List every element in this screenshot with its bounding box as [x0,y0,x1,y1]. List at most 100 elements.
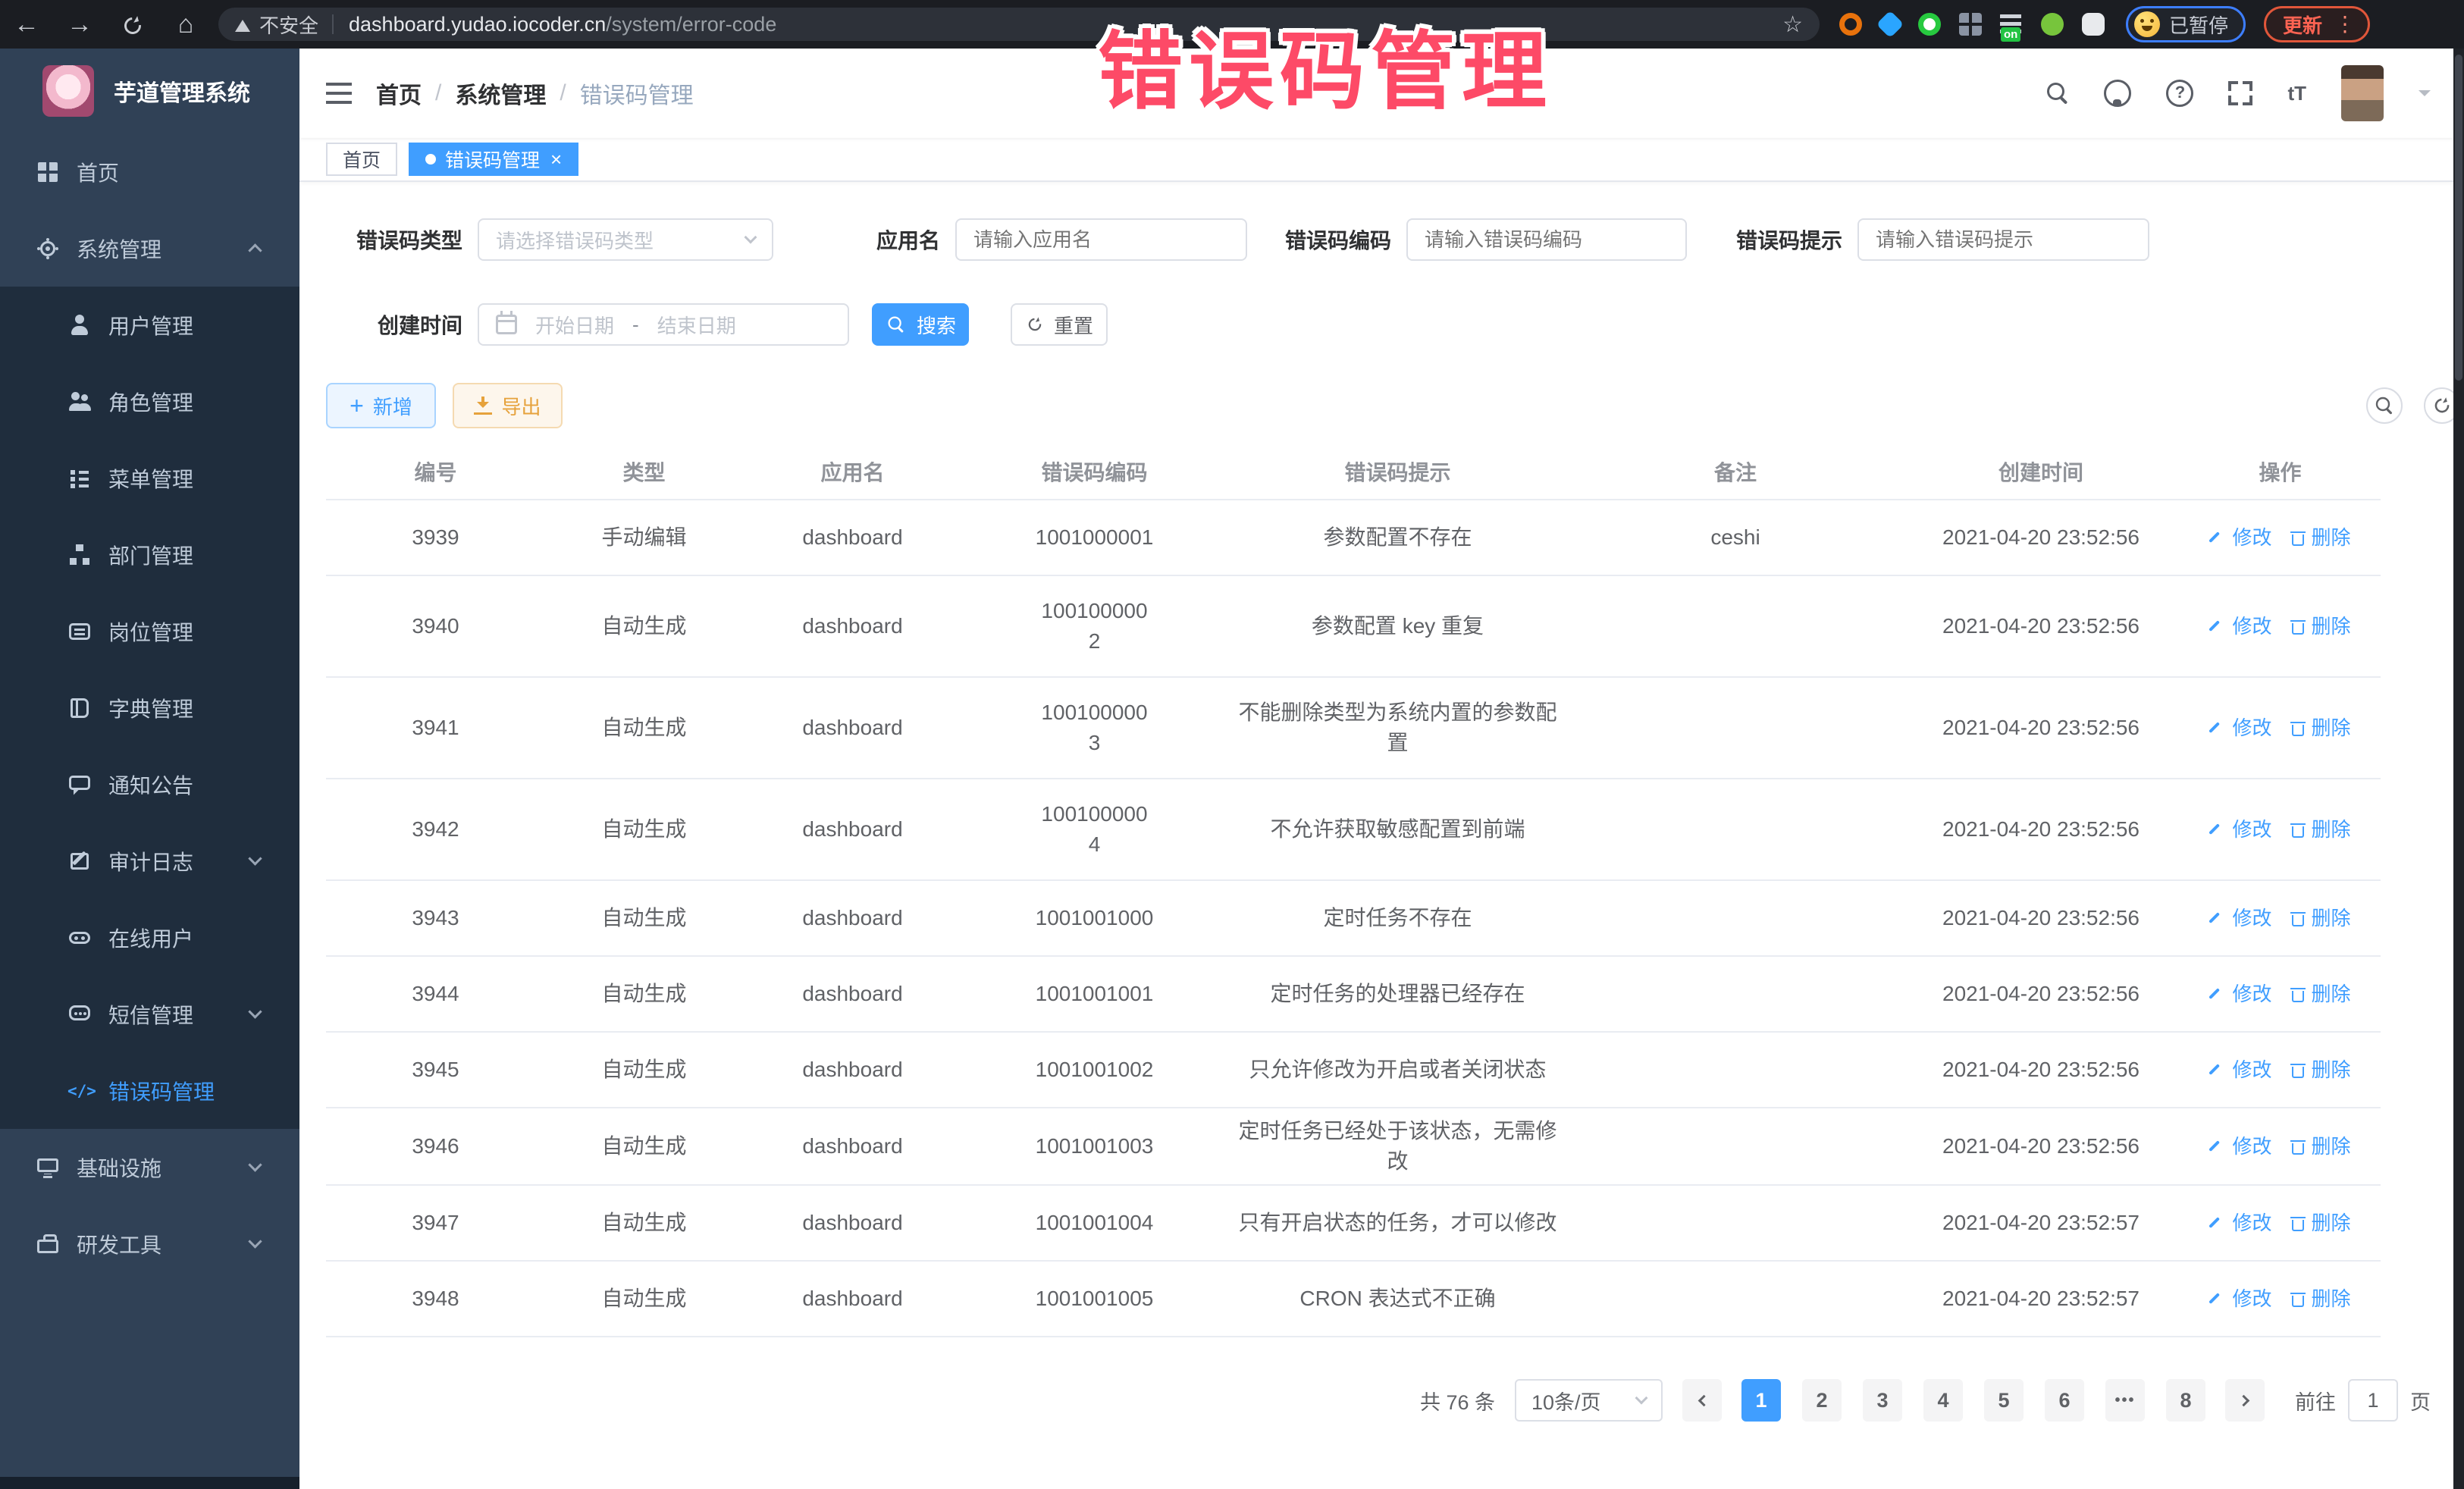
sidebar-item[interactable]: 字典管理 [0,669,299,746]
sidebar-item[interactable]: 在线用户 [0,899,299,976]
app-name-input[interactable] [955,218,1247,261]
table-row[interactable]: 3945自动生成dashboard1001001002只允许修改为开启或者关闭状… [326,1033,2381,1108]
avatar[interactable] [2341,65,2384,121]
sidebar-item[interactable]: </> 错误码管理 [0,1052,299,1129]
edit-link[interactable]: 修改 [2209,1131,2271,1161]
delete-link[interactable]: 删除 [2290,903,2351,933]
delete-link[interactable]: 删除 [2290,979,2351,1009]
delete-link[interactable]: 删除 [2290,1208,2351,1238]
table-row[interactable]: 3940自动生成dashboard100100000 2参数配置 key 重复2… [326,576,2381,678]
delete-link[interactable]: 删除 [2290,1131,2351,1161]
search-icon[interactable] [2046,82,2069,105]
fullscreen-icon[interactable] [2228,81,2252,105]
page-button-5[interactable]: 5 [1984,1379,2024,1422]
home-icon[interactable]: ⌂ [159,0,212,49]
edit-link[interactable]: 修改 [2209,1284,2271,1314]
ext-blue-gem[interactable] [1876,11,1904,39]
table-row[interactable]: 3943自动生成dashboard1001001000定时任务不存在2021-0… [326,881,2381,957]
avatar-caret-icon[interactable] [2419,90,2431,102]
table-row[interactable]: 3941自动生成dashboard100100000 3不能删除类型为系统内置的… [326,678,2381,779]
back-icon[interactable]: ← [0,0,53,49]
delete-link[interactable]: 删除 [2290,1055,2351,1085]
edit-link[interactable]: 修改 [2209,1208,2271,1238]
paused-extension-pill[interactable]: 已暂停 [2126,6,2246,42]
edit-link[interactable]: 修改 [2209,522,2271,553]
sidebar-item[interactable]: 研发工具 [0,1205,299,1282]
page-scrollbar[interactable] [2453,49,2464,1489]
table-row[interactable]: 3947自动生成dashboard1001001004只有开启状态的任务，才可以… [326,1186,2381,1262]
reload-icon[interactable] [106,0,159,49]
table-row[interactable]: 3946自动生成dashboard1001001003定时任务已经处于该状态，无… [326,1108,2381,1186]
goto-page-input[interactable] [2348,1379,2398,1422]
next-page-button[interactable] [2225,1379,2265,1422]
delete-link[interactable]: 删除 [2290,522,2351,553]
tab-home[interactable]: 首页 [326,143,397,176]
sidebar-item[interactable]: 首页 [0,133,299,210]
search-button[interactable]: 搜索 [872,303,969,346]
table-row[interactable]: 3939手动编辑dashboard1001000001参数配置不存在ceshi2… [326,500,2381,576]
ext-orange-ring[interactable] [1839,13,1862,36]
github-icon[interactable] [2104,80,2131,107]
edit-link[interactable]: 修改 [2209,1055,2271,1085]
edit-link[interactable]: 修改 [2209,611,2271,641]
sidebar-item[interactable]: 短信管理 [0,976,299,1052]
close-tab-icon[interactable]: × [550,149,562,169]
sidebar-item[interactable]: 通知公告 [0,746,299,823]
tab-error-code[interactable]: 错误码管理 × [409,143,578,176]
edit-link[interactable]: 修改 [2209,713,2271,743]
sidebar-item[interactable]: 系统管理 [0,210,299,287]
delete-link[interactable]: 删除 [2290,713,2351,743]
table-row[interactable]: 3944自动生成dashboard1001001001定时任务的处理器已经存在2… [326,957,2381,1033]
browser-update-button[interactable]: 更新 ⋮ [2264,6,2370,42]
page-button-2[interactable]: 2 [1802,1379,1842,1422]
url-text[interactable]: dashboard.yudao.iocoder.cn/system/error-… [349,13,1772,36]
not-secure-label[interactable]: 不安全 [259,11,318,39]
sidebar-item[interactable]: 菜单管理 [0,440,299,516]
sidebar-item[interactable]: 岗位管理 [0,593,299,669]
ext-grid[interactable] [1959,13,1982,36]
hamburger-icon[interactable] [326,83,352,104]
breadcrumb-item[interactable]: 系统管理 [455,77,546,110]
add-button[interactable]: + 新增 [326,383,436,428]
sidebar-logo-row[interactable]: 芋道管理系统 [0,49,299,133]
table-row[interactable]: 3948自动生成dashboard1001001005CRON 表达式不正确20… [326,1262,2381,1337]
help-icon[interactable] [2166,80,2193,107]
sidebar-item[interactable]: 审计日志 [0,823,299,899]
edit-link[interactable]: 修改 [2209,903,2271,933]
page-size-select[interactable]: 10条/页 [1515,1379,1663,1422]
ext-list[interactable]: on [2000,13,2023,36]
export-button[interactable]: 导出 [453,383,563,428]
toggle-search-button[interactable] [2366,387,2403,424]
page-button-1[interactable]: 1 [1741,1379,1781,1422]
prev-page-button[interactable] [1682,1379,1722,1422]
date-range-picker[interactable]: 开始日期 - 结束日期 [478,303,849,346]
sidebar-scrollbar[interactable] [0,1477,299,1489]
table-row[interactable]: 3942自动生成dashboard100100000 4不允许获取敏感配置到前端… [326,779,2381,881]
page-button-6[interactable]: 6 [2045,1379,2084,1422]
breadcrumb-item[interactable]: 首页 [376,77,422,110]
edit-link[interactable]: 修改 [2209,979,2271,1009]
sidebar-item[interactable]: 基础设施 [0,1129,299,1205]
delete-link[interactable]: 删除 [2290,814,2351,845]
delete-link[interactable]: 删除 [2290,1284,2351,1314]
font-size-icon[interactable] [2287,82,2306,105]
bookmark-star-icon[interactable]: ☆ [1782,11,1803,38]
error-hint-input[interactable] [1857,218,2149,261]
page-button-8[interactable]: 8 [2166,1379,2205,1422]
page-button-4[interactable]: 4 [1923,1379,1963,1422]
reset-button[interactable]: 重置 [1011,303,1108,346]
error-code-input[interactable] [1406,218,1687,261]
error-type-select[interactable]: 请选择错误码类型 [478,218,773,261]
page-button-3[interactable]: 3 [1863,1379,1902,1422]
ext-green-circle[interactable] [1918,13,1941,36]
edit-link[interactable]: 修改 [2209,814,2271,845]
forward-icon[interactable]: → [53,0,106,49]
delete-link[interactable]: 删除 [2290,611,2351,641]
sidebar-item[interactable]: 部门管理 [0,516,299,593]
ext-green-magnifier[interactable] [2041,13,2064,36]
ext-puzzle[interactable] [2082,13,2105,36]
sidebar-item[interactable]: 角色管理 [0,363,299,440]
address-bar[interactable]: 不安全 dashboard.yudao.iocoder.cn/system/er… [218,8,1820,41]
page-ellipsis[interactable]: ••• [2105,1379,2145,1422]
browser-menu-icon[interactable]: ⋮ [2334,17,2356,32]
